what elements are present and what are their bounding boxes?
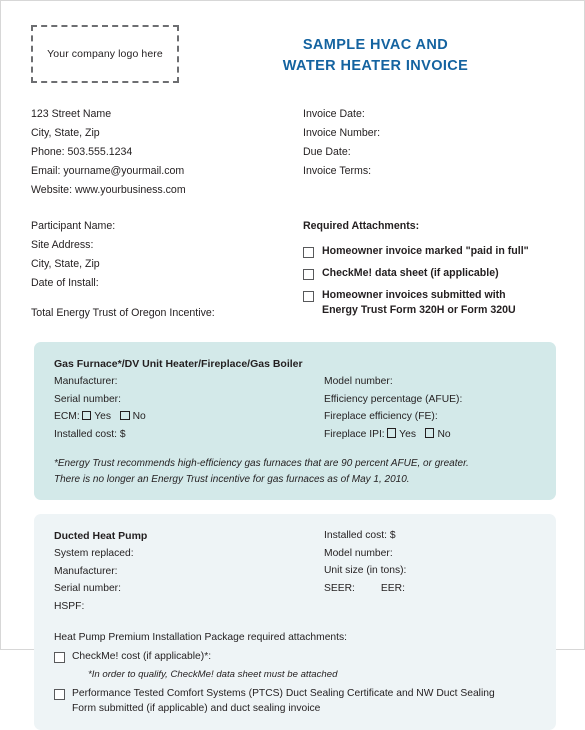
page-title: SAMPLE HVAC AND WATER HEATER INVOICE	[179, 25, 558, 77]
required-attachments-heading: Required Attachments:	[303, 220, 420, 232]
company-street: 123 Street Name	[31, 108, 112, 120]
gas-furnace-ecm-label: ECM:	[54, 411, 80, 422]
gas-furnace-footnote: *Energy Trust recommends high-efficiency…	[34, 456, 556, 487]
gas-furnace-footnote-line1: *Energy Trust recommends high-efficiency…	[54, 458, 469, 469]
gas-furnace-ipi-no-label: No	[437, 428, 451, 440]
heat-pump-seer-label: SEER:	[324, 582, 355, 594]
invoice-fields-block: Invoice Date: Invoice Number: Due Date: …	[299, 105, 558, 200]
premium-package-attachments: Heat Pump Premium Installation Package r…	[34, 629, 556, 717]
heat-pump-serial-label: Serial number:	[54, 583, 121, 594]
logo-placeholder-text: Your company logo here	[47, 48, 163, 60]
invoice-terms-label: Invoice Terms:	[303, 165, 372, 177]
company-website: Website: www.yourbusiness.com	[31, 184, 186, 196]
gas-furnace-footnote-line2: There is no longer an Energy Trust incen…	[54, 473, 410, 485]
invoice-date-label: Invoice Date:	[303, 108, 365, 120]
page-header: Your company logo here SAMPLE HVAC AND W…	[1, 1, 584, 83]
gas-furnace-efficiency-label: Efficiency percentage (AFUE):	[324, 393, 463, 405]
heat-pump-heading: Ducted Heat Pump	[54, 530, 148, 542]
gas-furnace-ecm-row: ECM: Yes No	[54, 408, 324, 426]
gas-furnace-ecm-no-label: No	[132, 411, 146, 422]
gas-furnace-fireplace-ipi-label: Fireplace IPI:	[324, 428, 385, 440]
gas-furnace-panel: Gas Furnace*/DV Unit Heater/Fireplace/Ga…	[34, 342, 556, 500]
premium-label-checkme-cost: CheckMe! cost (if applicable)*:	[72, 651, 212, 662]
checkbox-checkme-cost[interactable]	[54, 652, 65, 663]
heat-pump-model-label: Model number:	[324, 547, 393, 559]
checkbox-homeowner-invoice[interactable]	[303, 247, 314, 258]
gas-furnace-ecm-yes-label: Yes	[94, 411, 112, 422]
company-email: Email: yourname@yourmail.com	[31, 165, 185, 177]
checkme-qualify-note: *In order to qualify, CheckMe! data shee…	[88, 668, 338, 680]
heat-pump-eer-label: EER:	[380, 582, 405, 594]
participant-and-attachments-section: Participant Name: Site Address: City, St…	[1, 217, 584, 325]
checkbox-form-320[interactable]	[303, 291, 314, 302]
premium-label-ptcs-line1: Performance Tested Comfort Systems (PTCS…	[72, 687, 495, 699]
heat-pump-unit-size-label: Unit size (in tons):	[324, 565, 407, 576]
checkbox-ptcs-duct-sealing[interactable]	[54, 688, 65, 700]
heat-pump-installed-cost-label: Installed cost: $	[324, 530, 396, 541]
date-of-install-label: Date of Install:	[31, 277, 99, 289]
company-address-block: 123 Street Name City, State, Zip Phone: …	[31, 105, 299, 200]
attachment-label-form-320-line1: Homeowner invoices submitted with	[322, 289, 506, 301]
site-address-label: Site Address:	[31, 239, 94, 251]
due-date-label: Due Date:	[303, 146, 351, 158]
gas-furnace-manufacturer-label: Manufacturer:	[54, 376, 118, 387]
required-attachments-block: Required Attachments: Homeowner invoice …	[299, 217, 558, 325]
site-city-state-zip: City, State, Zip	[31, 258, 100, 270]
premium-label-ptcs-line2: Form submitted (if applicable) and duct …	[72, 703, 321, 714]
gas-furnace-ipi-yes-label: Yes	[399, 428, 416, 440]
heat-pump-system-replaced-label: System replaced:	[54, 548, 134, 559]
heat-pump-hspf-label: HSPF:	[54, 600, 85, 612]
checkbox-ecm-no[interactable]	[120, 410, 130, 421]
participant-name-label: Participant Name:	[31, 220, 116, 232]
gas-furnace-serial-label: Serial number:	[54, 393, 121, 405]
checkbox-fireplace-ipi-yes[interactable]	[386, 428, 397, 438]
gas-furnace-fireplace-ipi-row: Fireplace IPI: Yes No	[324, 426, 536, 444]
participant-block: Participant Name: Site Address: City, St…	[31, 217, 299, 325]
contact-and-invoice-section: 123 Street Name City, State, Zip Phone: …	[1, 105, 584, 200]
company-city-state-zip: City, State, Zip	[31, 127, 100, 139]
checkbox-ecm-yes[interactable]	[81, 410, 92, 421]
heat-pump-seer-eer-row: SEER: EER:	[324, 580, 536, 598]
premium-row-ptcs[interactable]: Performance Tested Comfort Systems (PTCS…	[54, 686, 536, 717]
checkbox-fireplace-ipi-no[interactable]	[424, 428, 435, 438]
attachment-label-homeowner-invoice: Homeowner invoice marked "paid in full"	[322, 245, 529, 257]
gas-furnace-heading: Gas Furnace*/DV Unit Heater/Fireplace/Ga…	[54, 358, 303, 370]
title-line-2: WATER HEATER INVOICE	[282, 58, 469, 75]
checkbox-checkme-sheet[interactable]	[303, 269, 314, 280]
total-incentive-label: Total Energy Trust of Oregon Incentive:	[31, 307, 215, 319]
invoice-page: Your company logo here SAMPLE HVAC AND W…	[0, 0, 585, 730]
invoice-number-label: Invoice Number:	[303, 127, 381, 139]
attachment-label-form-320-line2: Energy Trust Form 320H or Form 320U	[322, 304, 516, 316]
gas-furnace-fireplace-efficiency-label: Fireplace efficiency (FE):	[324, 411, 438, 422]
premium-row-checkme-cost[interactable]: CheckMe! cost (if applicable)*:	[54, 649, 536, 665]
company-logo-placeholder: Your company logo here	[31, 25, 179, 83]
premium-package-heading: Heat Pump Premium Installation Package r…	[54, 632, 348, 643]
attachment-row-homeowner-invoice[interactable]: Homeowner invoice marked "paid in full"	[303, 244, 558, 259]
ducted-heat-pump-panel: Ducted Heat Pump System replaced: Manufa…	[34, 514, 556, 730]
attachment-label-checkme-sheet: CheckMe! data sheet (if applicable)	[322, 267, 499, 279]
company-phone: Phone: 503.555.1234	[31, 146, 133, 158]
attachment-row-checkme-sheet[interactable]: CheckMe! data sheet (if applicable)	[303, 266, 558, 281]
title-line-1: SAMPLE HVAC AND	[302, 37, 449, 53]
heat-pump-manufacturer-label: Manufacturer:	[54, 565, 118, 577]
gas-furnace-model-label: Model number:	[324, 376, 393, 387]
attachment-row-form-320[interactable]: Homeowner invoices submitted with Energy…	[303, 288, 558, 318]
gas-furnace-installed-cost-label: Installed cost: $	[54, 428, 126, 440]
